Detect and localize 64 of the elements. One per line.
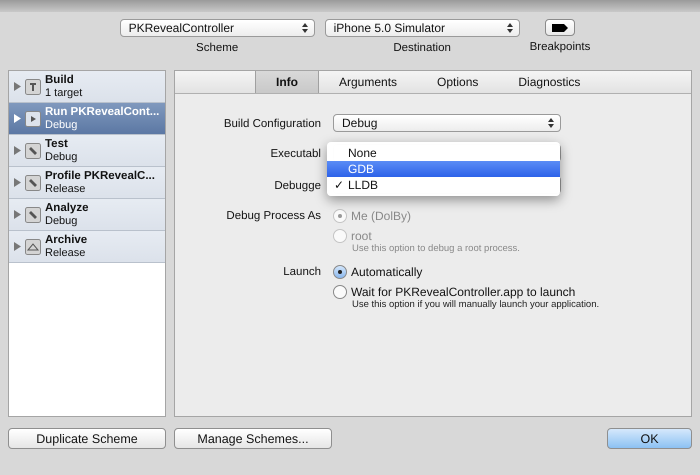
sidebar-item[interactable]: Archive Release	[9, 231, 165, 263]
menu-item[interactable]: GDB	[327, 161, 560, 177]
item-title: Test	[45, 138, 69, 150]
sidebar-item[interactable]: Test Debug	[9, 135, 165, 167]
wrench-icon	[25, 206, 41, 222]
menu-item[interactable]: ✓ LLDB	[327, 177, 560, 193]
item-title: Analyze	[45, 202, 88, 214]
field-label: Launch	[283, 265, 321, 280]
tab[interactable]: Arguments	[319, 71, 418, 93]
field-label: Executabl	[270, 147, 321, 162]
radio-label: root	[351, 229, 372, 243]
sidebar-item[interactable]: Profile PKRevealC... Release	[9, 167, 165, 199]
sidebar-item[interactable]: Run PKRevealCont... Debug	[9, 103, 165, 135]
item-subtitle: 1 target	[45, 86, 82, 100]
scheme-label: Scheme	[196, 42, 238, 54]
item-title: Profile PKRevealC...	[45, 170, 155, 182]
radio-button[interactable]	[333, 285, 347, 299]
item-subtitle: Debug	[45, 118, 78, 132]
configuration-popup[interactable]: Debug	[333, 114, 561, 132]
popup-arrows-icon	[302, 23, 308, 33]
item-title: Build	[45, 74, 75, 86]
ok-button[interactable]: OK	[607, 428, 692, 449]
option-hint: Use this option to debug a root process.	[351, 243, 521, 254]
item-subtitle: Debug	[45, 214, 78, 228]
disclosure-triangle-icon[interactable]	[14, 114, 21, 123]
tab[interactable]: Diagnostics	[498, 71, 600, 93]
wrench-icon	[25, 174, 41, 190]
field-label: Build Configuration	[224, 117, 321, 132]
popup-arrows-icon	[548, 118, 554, 128]
item-title: Run PKRevealCont...	[45, 106, 160, 118]
disclosure-triangle-icon[interactable]	[14, 242, 21, 251]
tab[interactable]: Options	[417, 71, 498, 93]
breakpoints-label: Breakpoints	[530, 41, 590, 53]
radio-label: Automatically	[351, 265, 422, 279]
field-label: Debug Process As	[226, 209, 321, 224]
wrench-icon	[25, 142, 41, 158]
menu-item[interactable]: None	[327, 145, 560, 161]
destination-label: Destination	[393, 42, 451, 54]
tab[interactable]: Info	[255, 71, 319, 93]
disclosure-triangle-icon[interactable]	[14, 146, 21, 155]
radio-label: Me (DolBy)	[351, 209, 412, 223]
duplicate-scheme-button[interactable]: Duplicate Scheme	[8, 428, 166, 449]
sidebar-item[interactable]: Analyze Debug	[9, 199, 165, 231]
item-subtitle: Debug	[45, 150, 78, 164]
sidebar-item[interactable]: Build 1 target	[9, 71, 165, 103]
disclosure-triangle-icon[interactable]	[14, 210, 21, 219]
hammer-icon	[25, 78, 41, 94]
breakpoint-icon	[552, 24, 568, 32]
item-title: Archive	[45, 234, 88, 246]
field-label: Debugge	[274, 179, 321, 194]
scheme-popup[interactable]: PKRevealController	[120, 19, 315, 37]
popup-arrows-icon	[506, 23, 513, 33]
breakpoints-button[interactable]	[544, 19, 575, 36]
item-subtitle: Release	[45, 246, 86, 260]
manage-schemes-button[interactable]: Manage Schemes...	[174, 428, 332, 449]
play-icon	[25, 110, 41, 126]
disclosure-triangle-icon[interactable]	[14, 178, 21, 187]
check-mark: ✓	[333, 178, 345, 192]
option-hint: Use this option if you will manually launch your application.	[351, 299, 600, 310]
item-subtitle: Release	[45, 182, 86, 196]
radio-button[interactable]	[333, 265, 347, 279]
disclosure-triangle-icon[interactable]	[14, 82, 21, 91]
radio-label: Wait for PKRevealController.app to launch	[351, 285, 576, 299]
destination-popup[interactable]: iPhone 5.0 Simulator	[324, 19, 520, 37]
